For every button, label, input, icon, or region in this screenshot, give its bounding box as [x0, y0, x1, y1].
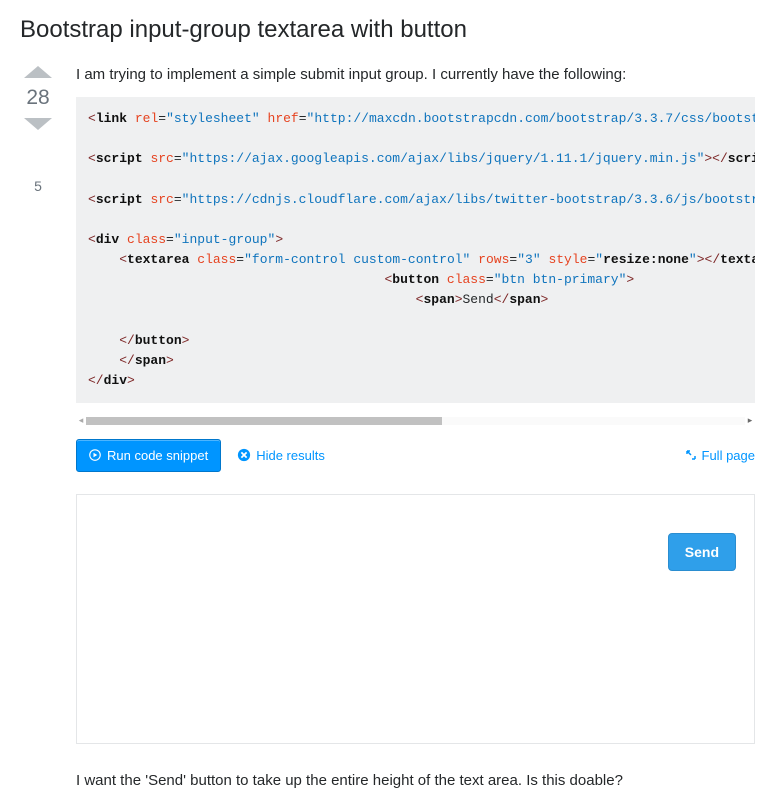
- hide-results-label: Hide results: [256, 448, 325, 463]
- full-page-label: Full page: [702, 448, 755, 463]
- answer-count: 5: [34, 178, 42, 194]
- question-footer: I want the 'Send' button to take up the …: [76, 772, 755, 789]
- question-intro: I am trying to implement a simple submit…: [76, 66, 755, 83]
- hide-results-link[interactable]: Hide results: [237, 448, 325, 463]
- scroll-track[interactable]: [86, 417, 745, 425]
- vote-score: 28: [26, 86, 49, 110]
- full-page-link[interactable]: Full page: [685, 448, 755, 463]
- scroll-right-icon[interactable]: ▸: [745, 416, 755, 426]
- downvote-button[interactable]: [24, 118, 52, 130]
- external-link-icon: [685, 449, 697, 461]
- run-snippet-button[interactable]: Run code snippet: [76, 439, 221, 472]
- upvote-button[interactable]: [24, 66, 52, 78]
- scroll-left-icon[interactable]: ◂: [76, 416, 86, 426]
- run-snippet-label: Run code snippet: [107, 448, 208, 463]
- play-icon: [89, 449, 101, 461]
- result-frame: Send: [76, 494, 755, 744]
- horizontal-scrollbar[interactable]: ◂ ▸: [76, 413, 755, 429]
- page-title: Bootstrap input-group textarea with butt…: [18, 16, 755, 44]
- vote-column: 28 5: [18, 66, 58, 789]
- code-block: <link rel="stylesheet" href="http://maxc…: [76, 97, 755, 403]
- close-circle-icon: [237, 448, 251, 462]
- send-button[interactable]: Send: [668, 533, 736, 571]
- scroll-thumb[interactable]: [86, 417, 442, 425]
